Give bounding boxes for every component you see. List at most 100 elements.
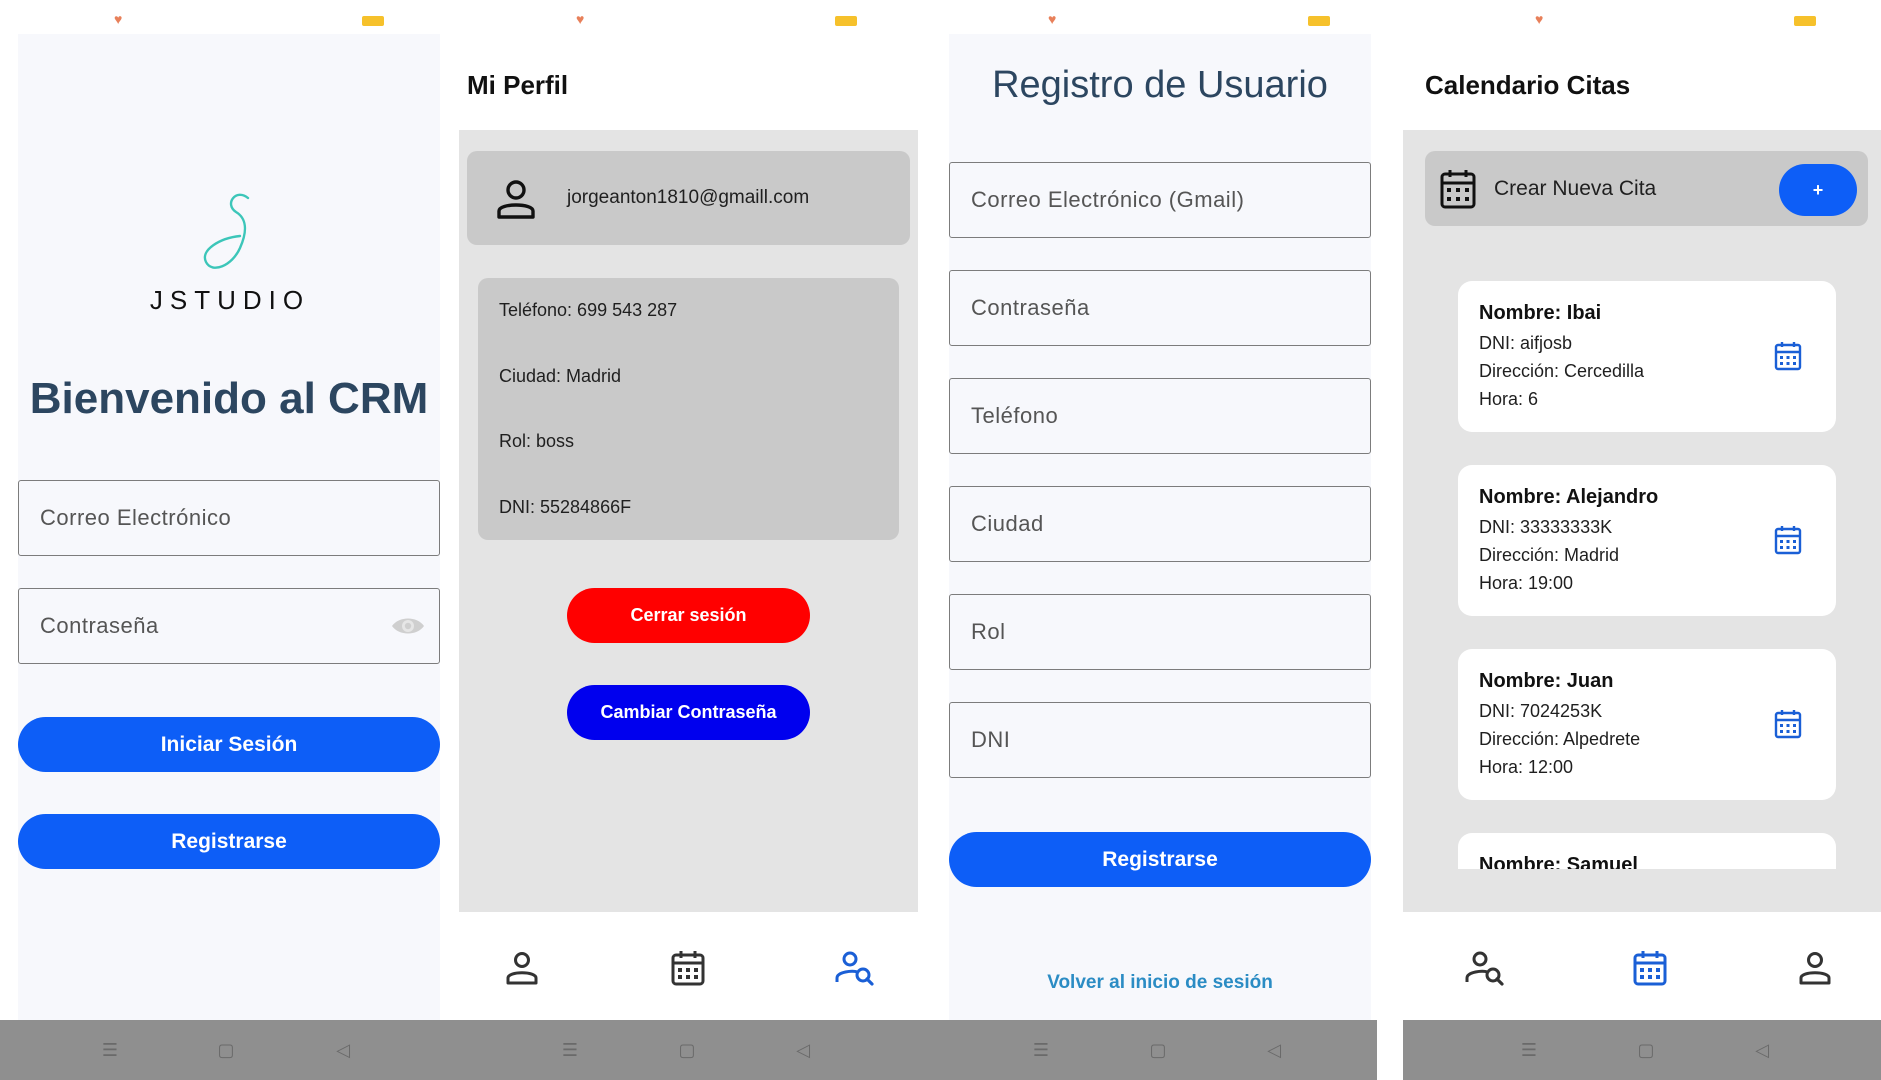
password-placeholder: Contraseña (40, 613, 159, 638)
register-dni-field[interactable]: DNI (949, 702, 1371, 778)
page-title: Mi Perfil (467, 70, 569, 100)
home-square-icon[interactable]: ▢ (1148, 1040, 1168, 1060)
cita-direccion: Dirección: Alpedrete (1479, 729, 1641, 749)
heart-icon: ♥ (1048, 11, 1057, 27)
profile-screen: ♥ Mi Perfil jorgeanton1810@gmaill.com Te… (459, 0, 918, 1080)
cita-card[interactable]: Nombre: Alejandro DNI: 33333333K Direcci… (1458, 465, 1836, 616)
register-role-placeholder: Rol (971, 619, 1006, 644)
system-nav-bar: ☰ ▢ ◁ (0, 1020, 459, 1080)
register-password-field[interactable]: Contraseña (949, 270, 1371, 346)
bottom-nav (1403, 912, 1881, 1020)
cita-dni: DNI: 33333333K (1479, 517, 1613, 537)
login-button[interactable]: Iniciar Sesión (18, 717, 440, 772)
menu-icon[interactable]: ☰ (1031, 1040, 1051, 1060)
register-button[interactable]: Registrarse (18, 814, 440, 869)
register-city-placeholder: Ciudad (971, 511, 1044, 536)
cita-hora: Hora: 12:00 (1479, 757, 1574, 777)
status-bar: ♥ (459, 0, 918, 34)
cita-calendar-icon[interactable] (1774, 525, 1802, 555)
battery-icon (1794, 16, 1816, 26)
email-card: jorgeanton1810@gmaill.com (467, 151, 910, 245)
change-password-button[interactable]: Cambiar Contraseña (567, 685, 810, 740)
person-icon (497, 180, 535, 219)
page-title: Calendario Citas (1425, 70, 1631, 100)
bottom-nav (459, 912, 918, 1020)
logo-text: JSTUDIO (149, 285, 311, 315)
menu-icon[interactable]: ☰ (1519, 1040, 1539, 1060)
back-triangle-icon[interactable]: ◁ (1752, 1040, 1772, 1060)
status-bar: ♥ (0, 0, 459, 34)
battery-icon (835, 16, 857, 26)
nav-person-search-icon[interactable] (835, 948, 875, 988)
back-to-login-link[interactable]: Volver al inicio de sesión (949, 972, 1371, 994)
profile-phone: Teléfono: 699 543 287 (499, 300, 678, 320)
register-city-field[interactable]: Ciudad (949, 486, 1371, 562)
battery-icon (362, 16, 384, 26)
system-nav-bar: ☰ ▢ ◁ (1403, 1020, 1881, 1080)
status-bar: ♥ (1403, 0, 1881, 34)
nav-person-icon[interactable] (1795, 948, 1835, 988)
status-bar: ♥ (918, 0, 1377, 34)
nav-person-search-icon[interactable] (1465, 948, 1505, 988)
new-cita-bar: Crear Nueva Cita + (1425, 151, 1868, 226)
cita-dni: DNI: aifjosb (1479, 333, 1573, 353)
calendar-icon (1440, 170, 1476, 209)
cita-calendar-icon[interactable] (1774, 341, 1802, 371)
profile-role: Rol: boss (499, 431, 575, 451)
menu-icon[interactable]: ☰ (100, 1040, 120, 1060)
heart-icon: ♥ (114, 11, 123, 27)
logout-button[interactable]: Cerrar sesión (567, 588, 810, 643)
password-field[interactable]: Contraseña (18, 588, 440, 664)
home-square-icon[interactable]: ▢ (1636, 1040, 1656, 1060)
cita-nombre: Nombre: Samuel (1479, 854, 1638, 869)
new-cita-label: Crear Nueva Cita (1494, 177, 1657, 200)
profile-email: jorgeanton1810@gmaill.com (567, 187, 810, 208)
home-square-icon[interactable]: ▢ (216, 1040, 236, 1060)
register-dni-placeholder: DNI (971, 727, 1011, 752)
email-field[interactable]: Correo Electrónico (18, 480, 440, 556)
register-password-placeholder: Contraseña (971, 295, 1090, 320)
nav-calendar-icon[interactable] (1630, 948, 1670, 988)
heart-icon: ♥ (576, 11, 585, 27)
home-square-icon[interactable]: ▢ (677, 1040, 697, 1060)
back-triangle-icon[interactable]: ◁ (793, 1040, 813, 1060)
profile-city: Ciudad: Madrid (499, 366, 622, 386)
battery-icon (1308, 16, 1330, 26)
cita-card[interactable]: Nombre: Samuel (1458, 833, 1836, 869)
cita-nombre: Nombre: Alejandro (1479, 486, 1659, 508)
heart-icon: ♥ (1535, 11, 1544, 27)
back-triangle-icon[interactable]: ◁ (333, 1040, 353, 1060)
welcome-heading: Bienvenido al CRM (29, 374, 429, 423)
jstudio-logo: JSTUDIO (140, 190, 320, 320)
menu-icon[interactable]: ☰ (560, 1040, 580, 1060)
logo-j-icon (203, 193, 250, 269)
system-nav-bar: ☰ ▢ ◁ (918, 1020, 1377, 1080)
back-triangle-icon[interactable]: ◁ (1264, 1040, 1284, 1060)
cita-hora: Hora: 6 (1479, 389, 1539, 409)
citas-list: Nombre: Ibai DNI: aifjosb Dirección: Cer… (1403, 265, 1881, 869)
register-role-field[interactable]: Rol (949, 594, 1371, 670)
register-submit-button[interactable]: Registrarse (949, 832, 1371, 887)
cita-card[interactable]: Nombre: Juan DNI: 7024253K Dirección: Al… (1458, 649, 1836, 800)
eye-icon[interactable] (391, 615, 425, 637)
nav-person-icon[interactable] (502, 948, 542, 988)
cita-hora: Hora: 19:00 (1479, 573, 1574, 593)
calendar-screen: ♥ Calendario Citas Crear Nueva Cita + No… (1403, 0, 1881, 1080)
cita-calendar-icon[interactable] (1774, 709, 1802, 739)
cita-card[interactable]: Nombre: Ibai DNI: aifjosb Dirección: Cer… (1458, 281, 1836, 432)
profile-dni: DNI: 55284866F (499, 497, 632, 517)
register-phone-placeholder: Teléfono (971, 403, 1059, 428)
profile-info-card: Teléfono: 699 543 287 Ciudad: Madrid Rol… (478, 278, 899, 540)
email-placeholder: Correo Electrónico (40, 505, 232, 530)
profile-header: Mi Perfil (459, 34, 918, 130)
add-cita-button[interactable]: + (1779, 164, 1857, 216)
system-nav-bar: ☰ ▢ ◁ (459, 1020, 918, 1080)
register-title: Registro de Usuario (992, 64, 1328, 106)
register-email-field[interactable]: Correo Electrónico (Gmail) (949, 162, 1371, 238)
nav-calendar-icon[interactable] (668, 948, 708, 988)
cita-direccion: Dirección: Madrid (1479, 545, 1620, 565)
login-screen: ♥ JSTUDIO Bienvenido al CRM Correo Elect… (0, 0, 459, 1080)
cita-nombre: Nombre: Juan (1479, 670, 1614, 692)
register-email-placeholder: Correo Electrónico (Gmail) (971, 187, 1245, 212)
register-phone-field[interactable]: Teléfono (949, 378, 1371, 454)
